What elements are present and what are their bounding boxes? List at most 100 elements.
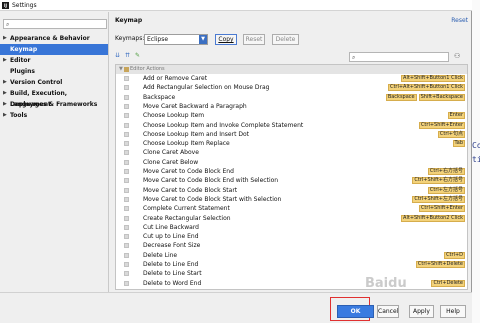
- action-row[interactable]: Cut up to Line End: [116, 232, 467, 241]
- sidebar-search-input[interactable]: ⌕: [3, 19, 107, 29]
- action-row[interactable]: Add or Remove Caret Alt+Shift+Button1 Cli…: [116, 74, 467, 83]
- shortcut-badge: Shift+Backspace: [418, 93, 465, 101]
- shortcut-group: Alt+Shift+Button2 Click: [399, 214, 465, 222]
- filter-input[interactable]: ⌕: [349, 52, 449, 62]
- settings-sidebar: ⌕ ▶ Appearance & Behavior Keymap ▶ Editor Plu…: [0, 12, 109, 292]
- sidebar-item-appearance-behavior[interactable]: ▶ Appearance & Behavior: [0, 33, 108, 44]
- keymap-select-value: Eclipse: [147, 36, 169, 43]
- sidebar-item-version-control[interactable]: ▶ Version Control: [0, 77, 108, 88]
- chevron-right-icon[interactable]: ▶: [3, 77, 7, 88]
- ok-button[interactable]: OK: [337, 305, 374, 318]
- sidebar-item-label: Languages & Frameworks: [10, 101, 98, 108]
- sidebar-item-languages-frameworks[interactable]: ▶ Languages & Frameworks: [0, 99, 108, 110]
- shortcut-group: Enter: [446, 112, 465, 120]
- action-icon: [124, 280, 129, 286]
- shortcut-badge: Ctrl+左方括号: [427, 186, 465, 194]
- search-icon: ⌕: [352, 54, 356, 61]
- window-title: Settings: [12, 2, 37, 9]
- shortcut-badge: Ctrl+句点: [437, 130, 465, 138]
- action-name: Delete to Line End: [143, 261, 199, 268]
- action-row[interactable]: Backspace Backspace Shift+Backspace: [116, 93, 467, 102]
- action-row[interactable]: Clone Caret Below: [116, 158, 467, 167]
- action-icon: [124, 224, 129, 230]
- chevron-right-icon[interactable]: ▶: [3, 88, 7, 99]
- action-name: Add Rectangular Selection on Mouse Drag: [143, 84, 270, 92]
- settings-nav: ▶ Appearance & Behavior Keymap ▶ Editor Plugi…: [0, 33, 108, 121]
- cancel-button[interactable]: Cancel: [377, 305, 399, 318]
- chevron-down-icon[interactable]: ▼: [119, 65, 123, 74]
- shortcut-group: Ctrl+Delete: [429, 279, 465, 287]
- delete-button[interactable]: Delete: [272, 34, 299, 45]
- action-row[interactable]: Choose Lookup Item Replace Tab: [116, 139, 467, 148]
- action-icon: [124, 131, 129, 137]
- action-row[interactable]: Create Rectangular Selection Alt+Shift+Bu…: [116, 214, 467, 223]
- background-code-text: ti: [472, 155, 480, 164]
- chevron-right-icon[interactable]: ▶: [3, 99, 7, 110]
- action-row[interactable]: Delete to Word End Ctrl+Delete: [116, 279, 467, 288]
- action-icon: [124, 159, 129, 165]
- action-name: Choose Lookup Item Replace: [143, 140, 230, 148]
- tree-root-row[interactable]: ▼ Editor Actions: [116, 65, 467, 74]
- dialog-footer: OK Cancel Apply Help: [0, 292, 472, 323]
- action-icon: [124, 178, 129, 184]
- keymaps-label: Keymaps:: [115, 35, 145, 42]
- action-row[interactable]: Choose Lookup Item Enter: [116, 111, 467, 120]
- sidebar-item-editor[interactable]: ▶ Editor: [0, 55, 108, 66]
- action-icon: [124, 271, 129, 277]
- shortcut-badge: Alt+Shift+Button1 Click: [401, 75, 465, 82]
- sidebar-item-label: Appearance & Behavior: [10, 35, 90, 42]
- page-title: Keymap: [115, 17, 143, 24]
- keymap-select[interactable]: Eclipse ▼: [144, 34, 208, 45]
- action-name: Clone Caret Above: [143, 149, 199, 157]
- chevron-down-icon[interactable]: ▼: [199, 35, 207, 44]
- sidebar-item-plugins[interactable]: Plugins: [0, 66, 108, 77]
- shortcut-group: Alt+Shift+Button1 Click: [399, 75, 465, 82]
- action-row[interactable]: Move Caret Backward a Paragraph: [116, 102, 467, 111]
- action-row[interactable]: Delete Line Ctrl+D: [116, 251, 467, 260]
- shortcut-badge: Ctrl+Delete: [431, 279, 465, 287]
- copy-button[interactable]: Copy: [215, 34, 237, 45]
- action-name: Choose Lookup Item: [143, 112, 205, 120]
- action-row[interactable]: Move Caret to Code Block End with Select…: [116, 176, 467, 185]
- sidebar-item-label: Tools: [10, 112, 28, 119]
- collapse-all-icon[interactable]: ⇈: [125, 52, 130, 59]
- action-row[interactable]: Complete Current Statement Ctrl+Shift+Ent…: [116, 204, 467, 213]
- action-row[interactable]: Clone Caret Above: [116, 148, 467, 157]
- action-name: Move Caret Backward a Paragraph: [143, 102, 247, 110]
- apply-button[interactable]: Apply: [409, 305, 434, 318]
- title-bar: IJ Settings: [0, 0, 472, 11]
- sidebar-item-keymap[interactable]: Keymap: [0, 44, 108, 55]
- action-row[interactable]: Choose Lookup Item and Insert Dot Ctrl+句点: [116, 130, 467, 139]
- shortcut-badge: Enter: [447, 112, 465, 120]
- chevron-right-icon[interactable]: ▶: [3, 110, 7, 121]
- action-row[interactable]: Cut Line Backward: [116, 223, 467, 232]
- shortcut-group: Ctrl+D: [442, 251, 465, 259]
- action-row[interactable]: Move Caret to Code Block Start with Sele…: [116, 195, 467, 204]
- reset-link[interactable]: Reset: [451, 17, 468, 24]
- edit-icon[interactable]: ✎: [135, 52, 140, 59]
- action-name: Delete to Line Start: [143, 270, 202, 278]
- expand-all-icon[interactable]: ⇊: [115, 52, 120, 59]
- chevron-right-icon[interactable]: ▶: [3, 55, 7, 66]
- help-button[interactable]: Help: [440, 305, 466, 318]
- shortcut-group: Ctrl+右方括号: [426, 168, 465, 175]
- action-icon: [124, 243, 129, 249]
- shortcut-badge: Ctrl+Shift+Delete: [415, 261, 465, 268]
- action-row[interactable]: Decrease Font Size: [116, 241, 467, 250]
- shortcut-badge: Ctrl+Shift+Enter: [418, 121, 465, 129]
- reset-button[interactable]: Reset: [243, 34, 265, 45]
- action-row[interactable]: Add Rectangular Selection on Mouse Drag C…: [116, 83, 467, 92]
- shortcut-group: Backspace Shift+Backspace: [384, 93, 465, 101]
- action-row[interactable]: Choose Lookup Item and Invoke Complete S…: [116, 121, 467, 130]
- action-name: Move Caret to Code Block End with Select…: [143, 177, 279, 185]
- sidebar-item-tools[interactable]: ▶ Tools: [0, 110, 108, 121]
- action-row[interactable]: Move Caret to Code Block Start Ctrl+左方括号: [116, 186, 467, 195]
- chevron-right-icon[interactable]: ▶: [3, 33, 7, 44]
- sidebar-item-build-execution-deployment[interactable]: ▶ Build, Execution, Deployment: [0, 88, 108, 108]
- action-row[interactable]: Delete to Line Start: [116, 269, 467, 278]
- action-icon: [124, 262, 129, 267]
- shortcut-group: Ctrl+Shift+Enter: [417, 205, 465, 213]
- find-by-shortcut-icon[interactable]: ⚇: [454, 52, 460, 60]
- action-row[interactable]: Delete to Line End Ctrl+Shift+Delete: [116, 260, 467, 269]
- action-row[interactable]: Move Caret to Code Block End Ctrl+右方括号: [116, 167, 467, 176]
